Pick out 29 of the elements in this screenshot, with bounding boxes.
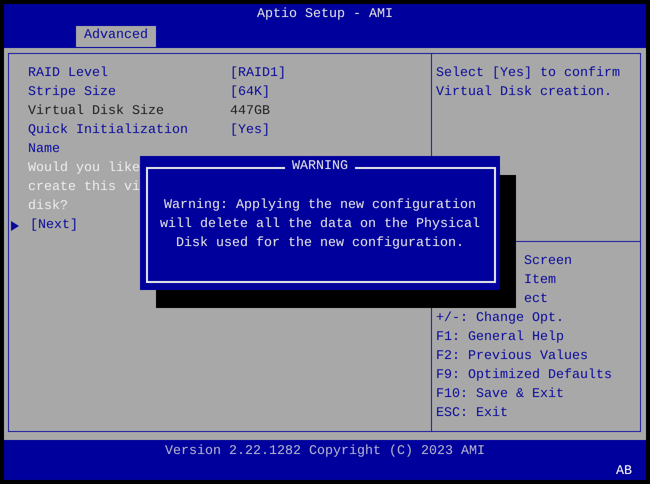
tab[interactable]: Advanced: [76, 26, 156, 47]
setting-value[interactable]: [RAID1]: [230, 64, 286, 83]
setting-label[interactable]: Quick Initialization: [28, 121, 230, 140]
prompt-text: disk?: [28, 198, 68, 216]
prompt-text: create this vi: [28, 179, 140, 197]
key-help-text: ESC: Exit: [436, 405, 508, 423]
key-help-text: ect: [524, 291, 548, 309]
prompt-text: Would you like: [28, 160, 140, 178]
key-help-text: F2: Previous Values: [436, 348, 588, 366]
key-help-text: Screen: [524, 253, 572, 271]
help-text: Select [Yes] to confirm Virtual Disk creation.: [436, 65, 621, 102]
dialog-message: Warning: Applying the new configuration will delete all the data on the Physical Disk used for the new configuration.: [159, 197, 481, 253]
corner-label: AB: [616, 464, 632, 479]
key-help-text: +/-: Change Opt.: [436, 310, 564, 328]
key-help-text: F10: Save & Exit: [436, 386, 564, 404]
setting-label[interactable]: Name: [28, 140, 60, 159]
key-help-text: F1: General Help: [436, 329, 564, 347]
window-title: Aptio Setup - AMI: [256, 6, 394, 24]
setting-value[interactable]: [64K]: [230, 83, 270, 102]
setting-label: Virtual Disk Size: [28, 103, 165, 121]
setting-label[interactable]: RAID Level: [28, 64, 230, 83]
setting-label[interactable]: Stripe Size: [28, 83, 230, 102]
submenu-arrow-icon: [11, 221, 19, 231]
key-help-text: Item: [524, 272, 556, 290]
setting-value[interactable]: [Yes]: [230, 121, 270, 140]
version-text: Version 2.22.1282 Copyright (C) 2023 AMI: [165, 443, 485, 461]
setting-label[interactable]: [Next]: [30, 216, 78, 235]
setting-value: 447GB: [230, 103, 270, 121]
key-help-text: F9: Optimized Defaults: [436, 367, 612, 385]
